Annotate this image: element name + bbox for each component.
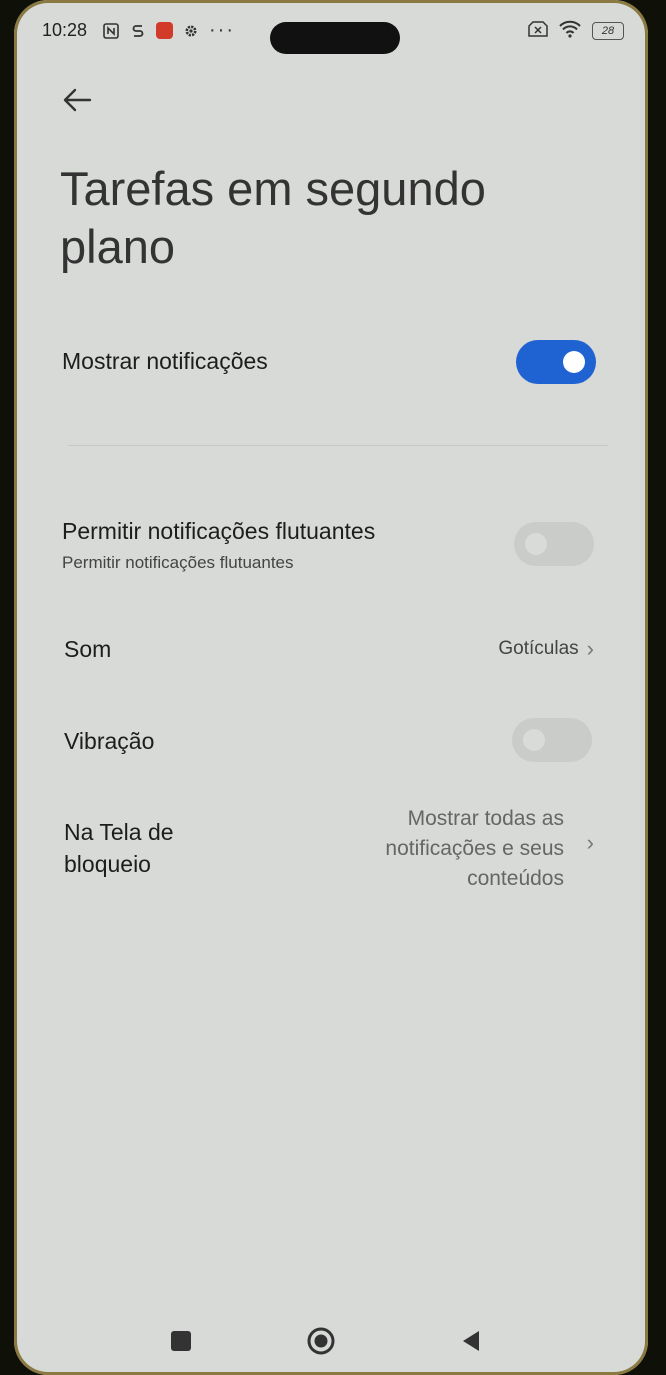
square-icon bbox=[171, 1331, 191, 1351]
floating-notifications-label: Permitir notificações flutuantes bbox=[62, 518, 376, 544]
more-dots-icon: ··· bbox=[209, 19, 235, 41]
toggle-knob bbox=[563, 351, 585, 373]
app-s-icon bbox=[129, 22, 147, 40]
toggle-knob bbox=[523, 729, 545, 751]
floating-notifications-sublabel: Permitir notificações flutuantes bbox=[62, 553, 294, 572]
lock-screen-value-line2: notificações e seus bbox=[385, 837, 564, 860]
show-notifications-row[interactable]: Mostrar notificações bbox=[52, 320, 608, 410]
floating-notifications-text: Permitir notificações flutuantes Permiti… bbox=[62, 518, 375, 573]
status-system-icons: 28 bbox=[528, 20, 624, 41]
chevron-right-icon: › bbox=[586, 636, 594, 661]
vibration-label: Vibração bbox=[64, 728, 155, 754]
recents-button[interactable] bbox=[161, 1320, 201, 1362]
status-notification-icons: ··· bbox=[102, 19, 235, 42]
home-button[interactable] bbox=[301, 1320, 341, 1362]
vibration-row[interactable]: Vibração bbox=[52, 710, 608, 770]
lock-screen-label-line1: Na Tela de bbox=[64, 819, 174, 845]
status-bar: 10:28 ··· 28 bbox=[14, 0, 648, 60]
show-notifications-label: Mostrar notificações bbox=[62, 348, 268, 374]
divider bbox=[68, 445, 608, 446]
mail-icon bbox=[156, 22, 173, 39]
page-title: Tarefas em segundo plano bbox=[60, 162, 486, 273]
status-time: 10:28 bbox=[42, 20, 88, 40]
nfc-icon bbox=[102, 22, 120, 40]
toggle-knob bbox=[525, 533, 547, 555]
floating-notifications-toggle[interactable] bbox=[514, 522, 594, 566]
wifi-icon bbox=[558, 20, 582, 41]
lock-screen-value-line1: Mostrar todas as bbox=[407, 807, 564, 830]
lock-screen-label: Na Tela de bloqueio bbox=[64, 816, 174, 880]
back-button[interactable] bbox=[59, 80, 95, 120]
chevron-right-icon: › bbox=[586, 830, 594, 855]
lock-screen-value-line3: conteúdos bbox=[467, 867, 564, 890]
phone-screen: 10:28 ··· 28 Tarefas em segundo plano Mo… bbox=[14, 0, 648, 1375]
sound-value-text: Gotículas bbox=[498, 638, 579, 659]
sound-label: Som bbox=[64, 636, 112, 662]
show-notifications-toggle[interactable] bbox=[516, 340, 596, 384]
arrow-left-icon bbox=[63, 88, 92, 112]
lock-screen-label-line2: bloqueio bbox=[64, 851, 151, 877]
triangle-back-icon bbox=[463, 1331, 479, 1351]
battery-icon: 28 bbox=[592, 21, 624, 40]
no-sim-icon bbox=[528, 21, 548, 40]
floating-notifications-row[interactable]: Permitir notificações flutuantes Permiti… bbox=[52, 488, 608, 588]
gear-icon bbox=[182, 22, 200, 40]
sound-value: Gotículas › bbox=[498, 636, 594, 662]
sound-row[interactable]: Som Gotículas › bbox=[52, 620, 608, 680]
vibration-toggle[interactable] bbox=[512, 718, 592, 762]
lock-screen-row[interactable]: Na Tela de bloqueio Mostrar todas as not… bbox=[52, 800, 608, 900]
circle-icon bbox=[307, 1327, 335, 1355]
camera-cutout bbox=[270, 22, 400, 54]
lock-screen-value: Mostrar todas as notificações e seus con… bbox=[385, 804, 564, 894]
back-nav-button[interactable] bbox=[451, 1320, 491, 1362]
